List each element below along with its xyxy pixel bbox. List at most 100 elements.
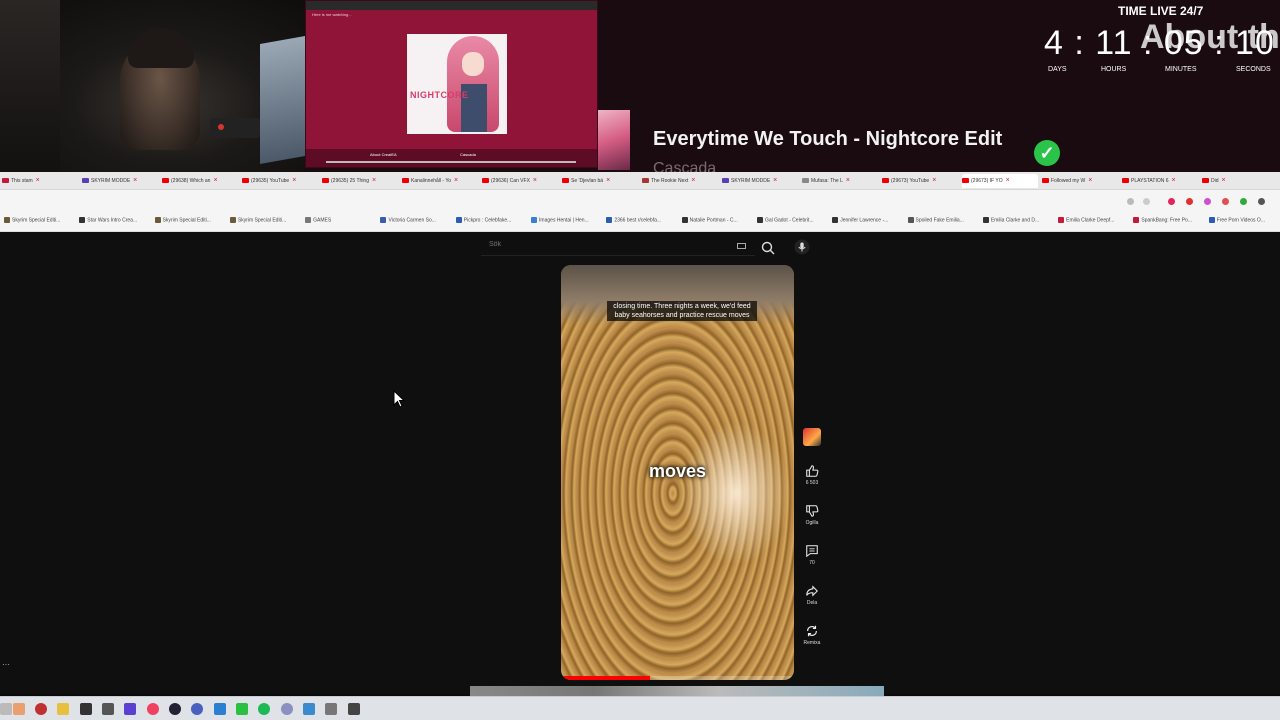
search-box[interactable] [481, 238, 755, 256]
browser-tab[interactable]: Did × [1202, 174, 1278, 188]
bookmark-item[interactable]: Star Wars Intro Crea... [79, 217, 137, 223]
close-tab-icon[interactable]: × [36, 177, 40, 184]
bookmark-item[interactable]: Skyrim Special Editi... [154, 217, 211, 223]
app-icon[interactable] [80, 703, 92, 715]
star-icon[interactable] [1143, 198, 1150, 205]
keyboard-icon[interactable] [737, 243, 746, 249]
browser-tab[interactable]: PLAYSTATION 6 × [1122, 174, 1198, 188]
tab-favicon-icon [162, 178, 169, 184]
menu-icon[interactable] [1258, 198, 1265, 205]
bookmark-item[interactable]: Skyrim Special Editi... [4, 217, 60, 223]
tab-label: (29635) YouTube [251, 178, 290, 184]
bookmark-item[interactable]: Emilia Clarke and D... [982, 217, 1039, 223]
close-tab-icon[interactable]: × [773, 177, 777, 184]
bookmark-item[interactable]: Free Porn Videos O... [1208, 217, 1265, 223]
browser-tab[interactable]: This stam × [2, 174, 78, 188]
browser-tab[interactable]: Followed my W × [1042, 174, 1118, 188]
share-label: Dela [806, 600, 818, 606]
browser-tab[interactable]: (29673) IF YO × [962, 174, 1038, 188]
browser-tab[interactable]: Kanalinnehåll - Yo × [402, 174, 478, 188]
photoshop-icon[interactable] [214, 703, 226, 715]
bookmark-label: SpankBang: Free Po... [1141, 217, 1192, 224]
browser-tab[interactable]: (29635) YouTube × [242, 174, 318, 188]
bookmark-item[interactable]: Images Hentai | Hen... [531, 217, 589, 223]
close-tab-icon[interactable]: × [533, 177, 537, 184]
extension-icon[interactable] [1222, 198, 1229, 205]
browser-tab[interactable]: (29638) Which an × [162, 174, 238, 188]
browser-tab[interactable]: (29635) 25 Thing × [322, 174, 398, 188]
discord-icon[interactable] [191, 703, 203, 715]
app-icon[interactable] [303, 703, 315, 715]
close-tab-icon[interactable]: × [932, 177, 936, 184]
close-tab-icon[interactable]: × [213, 177, 217, 184]
bookmark-favicon-icon [1208, 217, 1215, 223]
browser-tab[interactable]: (29636) Can VFX × [482, 174, 558, 188]
close-tab-icon[interactable]: × [1006, 177, 1010, 184]
bookmark-item[interactable]: Victoria Carmen So... [380, 217, 436, 223]
bookmark-item[interactable]: Spoiled Fake Emilia... [907, 217, 964, 223]
extension-icon[interactable] [1186, 198, 1193, 205]
album-art-logo: NIGHTCORE [410, 90, 469, 100]
microphone-icon[interactable] [794, 239, 810, 255]
extension-icon[interactable] [1168, 198, 1175, 205]
app-icon[interactable] [35, 703, 47, 715]
extension-icon[interactable] [1127, 198, 1134, 205]
app-icon[interactable] [281, 703, 293, 715]
browser-tab[interactable]: Mufasa: The L × [802, 174, 878, 188]
close-tab-icon[interactable]: × [1222, 177, 1226, 184]
bookmark-item[interactable]: Emilia Clarke Deepf... [1058, 217, 1114, 223]
share-button[interactable]: Dela [797, 584, 827, 620]
close-tab-icon[interactable]: × [133, 177, 137, 184]
tab-favicon-icon [802, 178, 809, 184]
tab-label: Se 'Djevlan bä [571, 178, 604, 184]
close-tab-icon[interactable]: × [372, 177, 376, 184]
app-icon[interactable] [348, 703, 360, 715]
search-input[interactable] [489, 241, 689, 248]
bookmark-label: 2366 best r/celebfa... [614, 217, 662, 224]
dislike-button[interactable]: Ogilla [797, 504, 827, 540]
ellipsis-icon[interactable]: ⋯ [2, 660, 10, 669]
video-progress-bar[interactable] [561, 676, 794, 680]
like-button[interactable]: 6 503 [797, 464, 827, 500]
bookmark-item[interactable]: SpankBang: Free Po... [1133, 217, 1192, 223]
remix-button[interactable]: Remixa [797, 624, 827, 660]
bookmark-item[interactable]: GAMES [305, 217, 331, 223]
bookmark-favicon-icon [4, 217, 10, 223]
browser-tab[interactable]: SKYRIM MODDE × [722, 174, 798, 188]
bookmark-item[interactable]: Skyrim Special Editi... [229, 217, 286, 223]
close-tab-icon[interactable]: × [606, 177, 610, 184]
app-icon[interactable] [13, 703, 25, 715]
app-icon[interactable] [124, 703, 136, 715]
tab-label: (29635) 25 Thing [331, 178, 369, 184]
bookmark-item[interactable]: Pickpro : Celebfake... [455, 217, 511, 223]
folder-icon[interactable] [57, 703, 69, 715]
opera-icon[interactable] [147, 703, 159, 715]
bookmark-item[interactable]: Gal Gadot - Celebrit... [756, 217, 814, 223]
close-tab-icon[interactable]: × [454, 177, 458, 184]
short-video[interactable]: closing time. Three nights a week, we'd … [561, 265, 794, 680]
close-tab-icon[interactable]: × [691, 177, 695, 184]
app-icon[interactable] [102, 703, 114, 715]
bookmark-item[interactable]: Natalie Portman - C... [681, 217, 738, 223]
settings-icon[interactable] [325, 703, 337, 715]
bookmark-item[interactable]: 2366 best r/celebfa... [606, 217, 661, 223]
close-tab-icon[interactable]: × [1172, 177, 1176, 184]
close-tab-icon[interactable]: × [292, 177, 296, 184]
browser-tab[interactable]: (29673) YouTube × [882, 174, 958, 188]
download-icon[interactable] [1240, 198, 1247, 205]
extension-icon[interactable] [1204, 198, 1211, 205]
bookmark-item[interactable]: Jennifer Lawrence -... [832, 217, 888, 223]
start-icon[interactable] [0, 703, 12, 715]
browser-tab[interactable]: SKYRIM MODDE × [82, 174, 158, 188]
app-icon[interactable] [236, 703, 248, 715]
close-tab-icon[interactable]: × [846, 177, 850, 184]
app-icon[interactable] [169, 703, 181, 715]
comments-button[interactable]: 70 [797, 544, 827, 580]
stream-overlay: Here is me watching... NIGHTCORE About C… [0, 0, 1280, 177]
search-icon[interactable] [760, 240, 776, 256]
close-tab-icon[interactable]: × [1088, 177, 1092, 184]
spotify-icon[interactable] [258, 703, 270, 715]
sound-thumbnail[interactable] [803, 428, 821, 446]
browser-tab[interactable]: Se 'Djevlan bä × [562, 174, 638, 188]
browser-tab[interactable]: The Rookie Next × [642, 174, 718, 188]
